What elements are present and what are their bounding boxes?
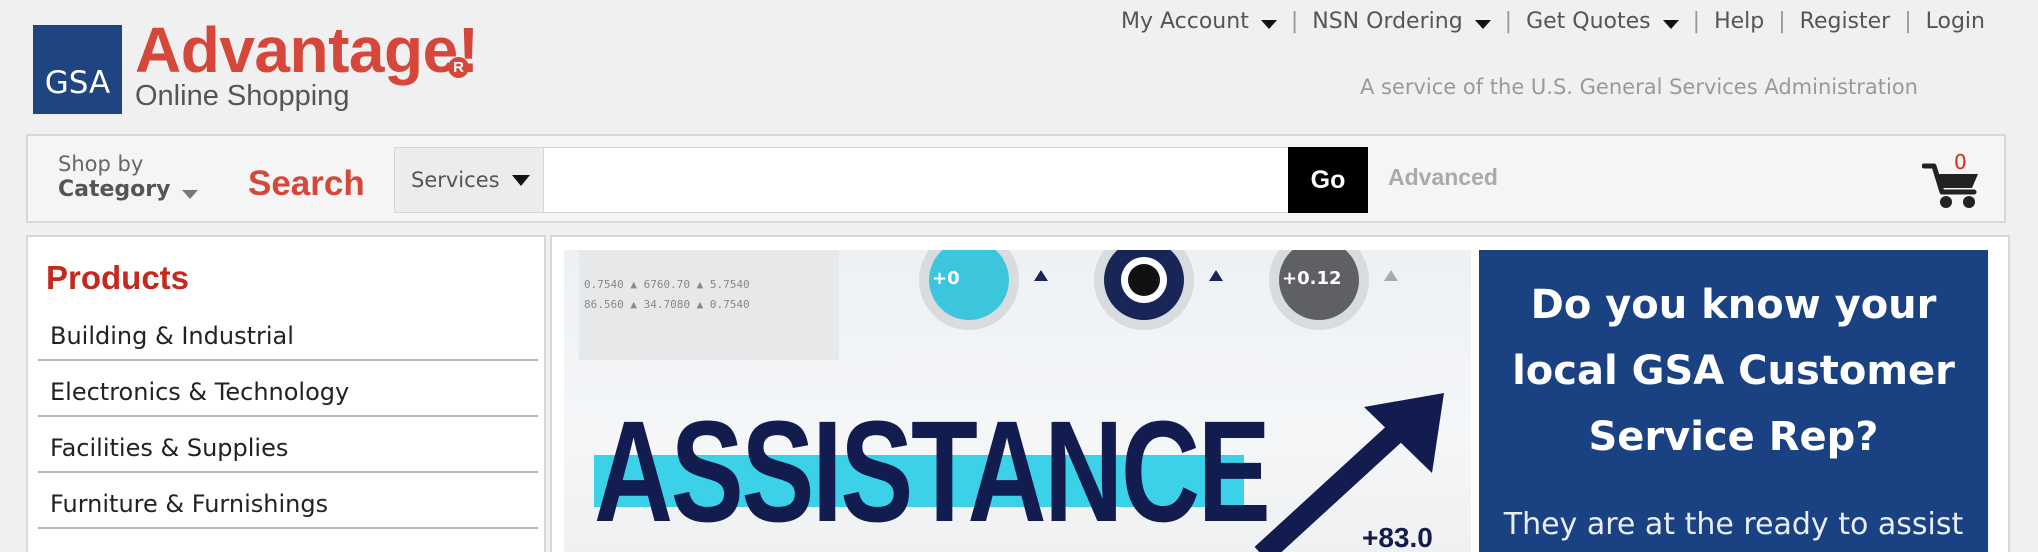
nav-separator: | (1290, 8, 1299, 34)
cart-button[interactable]: 0 (1921, 150, 1984, 210)
banner-chip-left: +0 (932, 268, 960, 289)
nav-get-quotes-label: Get Quotes (1526, 8, 1651, 34)
nav-nsn-ordering-label: NSN Ordering (1312, 8, 1463, 34)
promo-heading-line: Service Rep? (1588, 414, 1879, 460)
nav-nsn-ordering[interactable]: NSN Ordering (1312, 8, 1491, 34)
banner-figure: +83.0 (1362, 522, 1433, 552)
category-label: Category (58, 177, 171, 203)
utility-nav: My Account | NSN Ordering | Get Quotes |… (1121, 6, 1985, 36)
nav-separator: | (1778, 8, 1786, 34)
chevron-down-icon (1474, 19, 1491, 29)
products-heading: Products (46, 259, 190, 296)
nav-login[interactable]: Login (1926, 9, 1985, 34)
chevron-down-icon (1260, 19, 1277, 29)
advanced-search-link[interactable]: Advanced (1388, 164, 1498, 191)
category-item[interactable]: Facilities & Supplies (38, 417, 538, 473)
chevron-down-icon (182, 190, 199, 200)
promo-heading-line: Do you know your (1530, 282, 1937, 328)
banner-decor: 86.560 ▲ 34.7080 ▲ 0.7540 (584, 298, 750, 311)
nav-register[interactable]: Register (1800, 9, 1891, 34)
nav-separator: | (1504, 8, 1513, 34)
gsa-logo[interactable]: GSA (33, 25, 122, 114)
promo-heading: Do you know your local GSA Customer Serv… (1479, 272, 1988, 470)
category-item[interactable]: Building & Industrial (38, 305, 538, 361)
banner-decor (1384, 270, 1398, 281)
nav-my-account[interactable]: My Account (1121, 9, 1277, 34)
gsa-logo-text: GSA (44, 65, 111, 101)
cart-icon (1921, 163, 1978, 208)
promo-heading-line: local GSA Customer (1512, 348, 1955, 394)
tagline: A service of the U.S. General Services A… (1359, 75, 1918, 99)
nav-separator: | (1692, 8, 1701, 34)
search-label: Search (248, 164, 365, 203)
nav-separator: | (1904, 8, 1912, 34)
cart-count: 0 (1954, 150, 1967, 174)
chevron-down-icon (511, 174, 530, 186)
customer-rep-promo[interactable]: Do you know your local GSA Customer Serv… (1479, 250, 1988, 552)
products-sidebar: Products Building & Industrial Electroni… (26, 235, 546, 552)
search-scope-value: Services (411, 168, 500, 192)
assistance-banner[interactable]: 0.7540 ▲ 6760.70 ▲ 5.7540 86.560 ▲ 34.70… (564, 250, 1471, 552)
search-input[interactable] (544, 147, 1316, 213)
category-item[interactable]: Electronics & Technology (38, 361, 538, 417)
banner-decor: 0.7540 ▲ 6760.70 ▲ 5.7540 (584, 278, 750, 291)
category-list: Building & Industrial Electronics & Tech… (38, 305, 538, 529)
site-title[interactable]: Advantage! (135, 18, 479, 82)
registered-mark: R (448, 57, 469, 78)
search-bar: Shop by Category Search Services Go Adva… (26, 134, 2006, 223)
search-scope-select[interactable]: Services (394, 147, 544, 213)
nav-help[interactable]: Help (1714, 9, 1764, 34)
banner-chip-right: +0.12 (1282, 268, 1342, 289)
category-item[interactable]: Furniture & Furnishings (38, 473, 538, 529)
nav-my-account-label: My Account (1121, 8, 1249, 34)
shop-by-category-button[interactable]: Shop by Category (58, 152, 199, 204)
go-button[interactable]: Go (1288, 147, 1368, 213)
banner-decor (1128, 264, 1160, 296)
site-subtitle: Online Shopping (135, 80, 350, 112)
promo-body: They are at the ready to assist (1503, 507, 1964, 542)
banner-word: ASSISTANCE (594, 391, 1271, 552)
banner-decor (1034, 270, 1048, 281)
banner-decor (1209, 270, 1223, 281)
chevron-down-icon (1662, 19, 1679, 29)
nav-get-quotes[interactable]: Get Quotes (1526, 9, 1679, 34)
shop-by-label: Shop by (58, 152, 144, 176)
